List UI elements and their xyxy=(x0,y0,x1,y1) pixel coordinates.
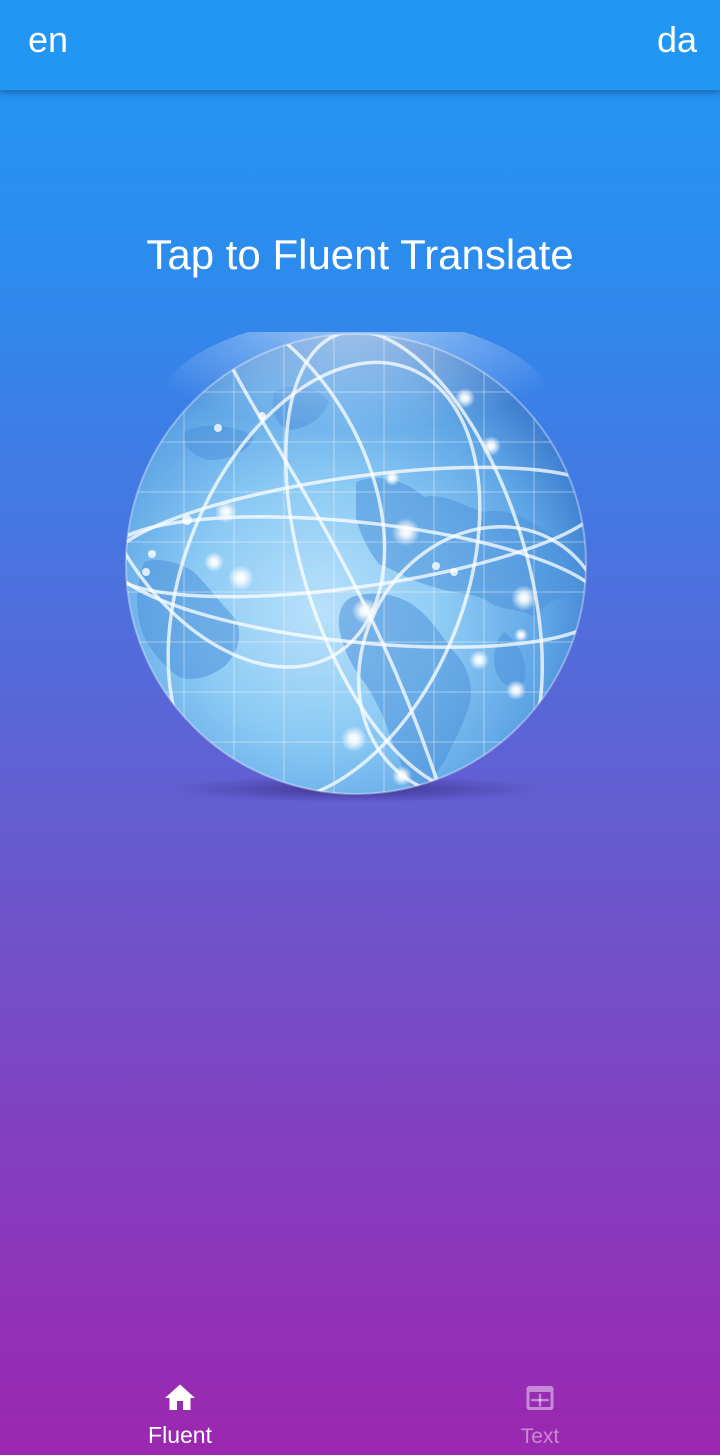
translate-globe-button[interactable] xyxy=(124,332,588,812)
home-icon xyxy=(165,1384,195,1410)
bottom-navigation: Fluent Text xyxy=(0,1362,720,1455)
app-bar: en da xyxy=(0,0,720,90)
page-title: Tap to Fluent Translate xyxy=(146,231,574,278)
translate-screen: en da Tap to Fluent Translate Fluent Tex… xyxy=(0,0,720,1455)
globe-network-icon xyxy=(125,332,587,795)
nav-item-text[interactable]: Text xyxy=(360,1362,720,1455)
source-language-selector[interactable]: en xyxy=(28,18,68,62)
web-asset-icon xyxy=(526,1386,554,1410)
nav-item-fluent[interactable]: Fluent xyxy=(0,1362,360,1455)
nav-label-text: Text xyxy=(520,1425,560,1448)
nav-label-fluent: Fluent xyxy=(148,1422,212,1448)
target-language-selector[interactable]: da xyxy=(657,18,697,62)
